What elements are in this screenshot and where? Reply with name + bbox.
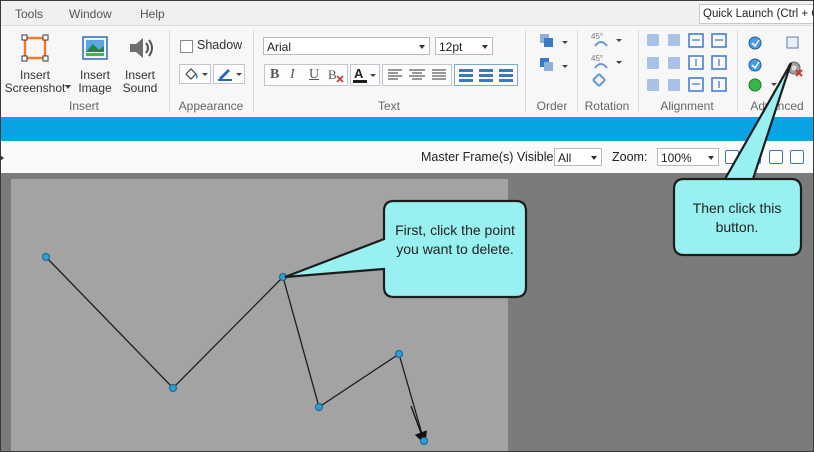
polyline-point: [395, 350, 403, 358]
polyline-point: [420, 437, 428, 445]
polyline-point: [169, 384, 177, 392]
callout-second-text: Then click this button.: [692, 200, 782, 235]
polyline-point: [315, 403, 323, 411]
callout-first-text: First, click the point you want to delet…: [395, 222, 515, 257]
polyline-point: [42, 253, 50, 261]
polyline-shape: [45, 256, 425, 442]
app-window: Tools Window Help Quick Launch (Ctrl + Q…: [0, 0, 814, 452]
polyline-arrowhead: [410, 405, 427, 445]
